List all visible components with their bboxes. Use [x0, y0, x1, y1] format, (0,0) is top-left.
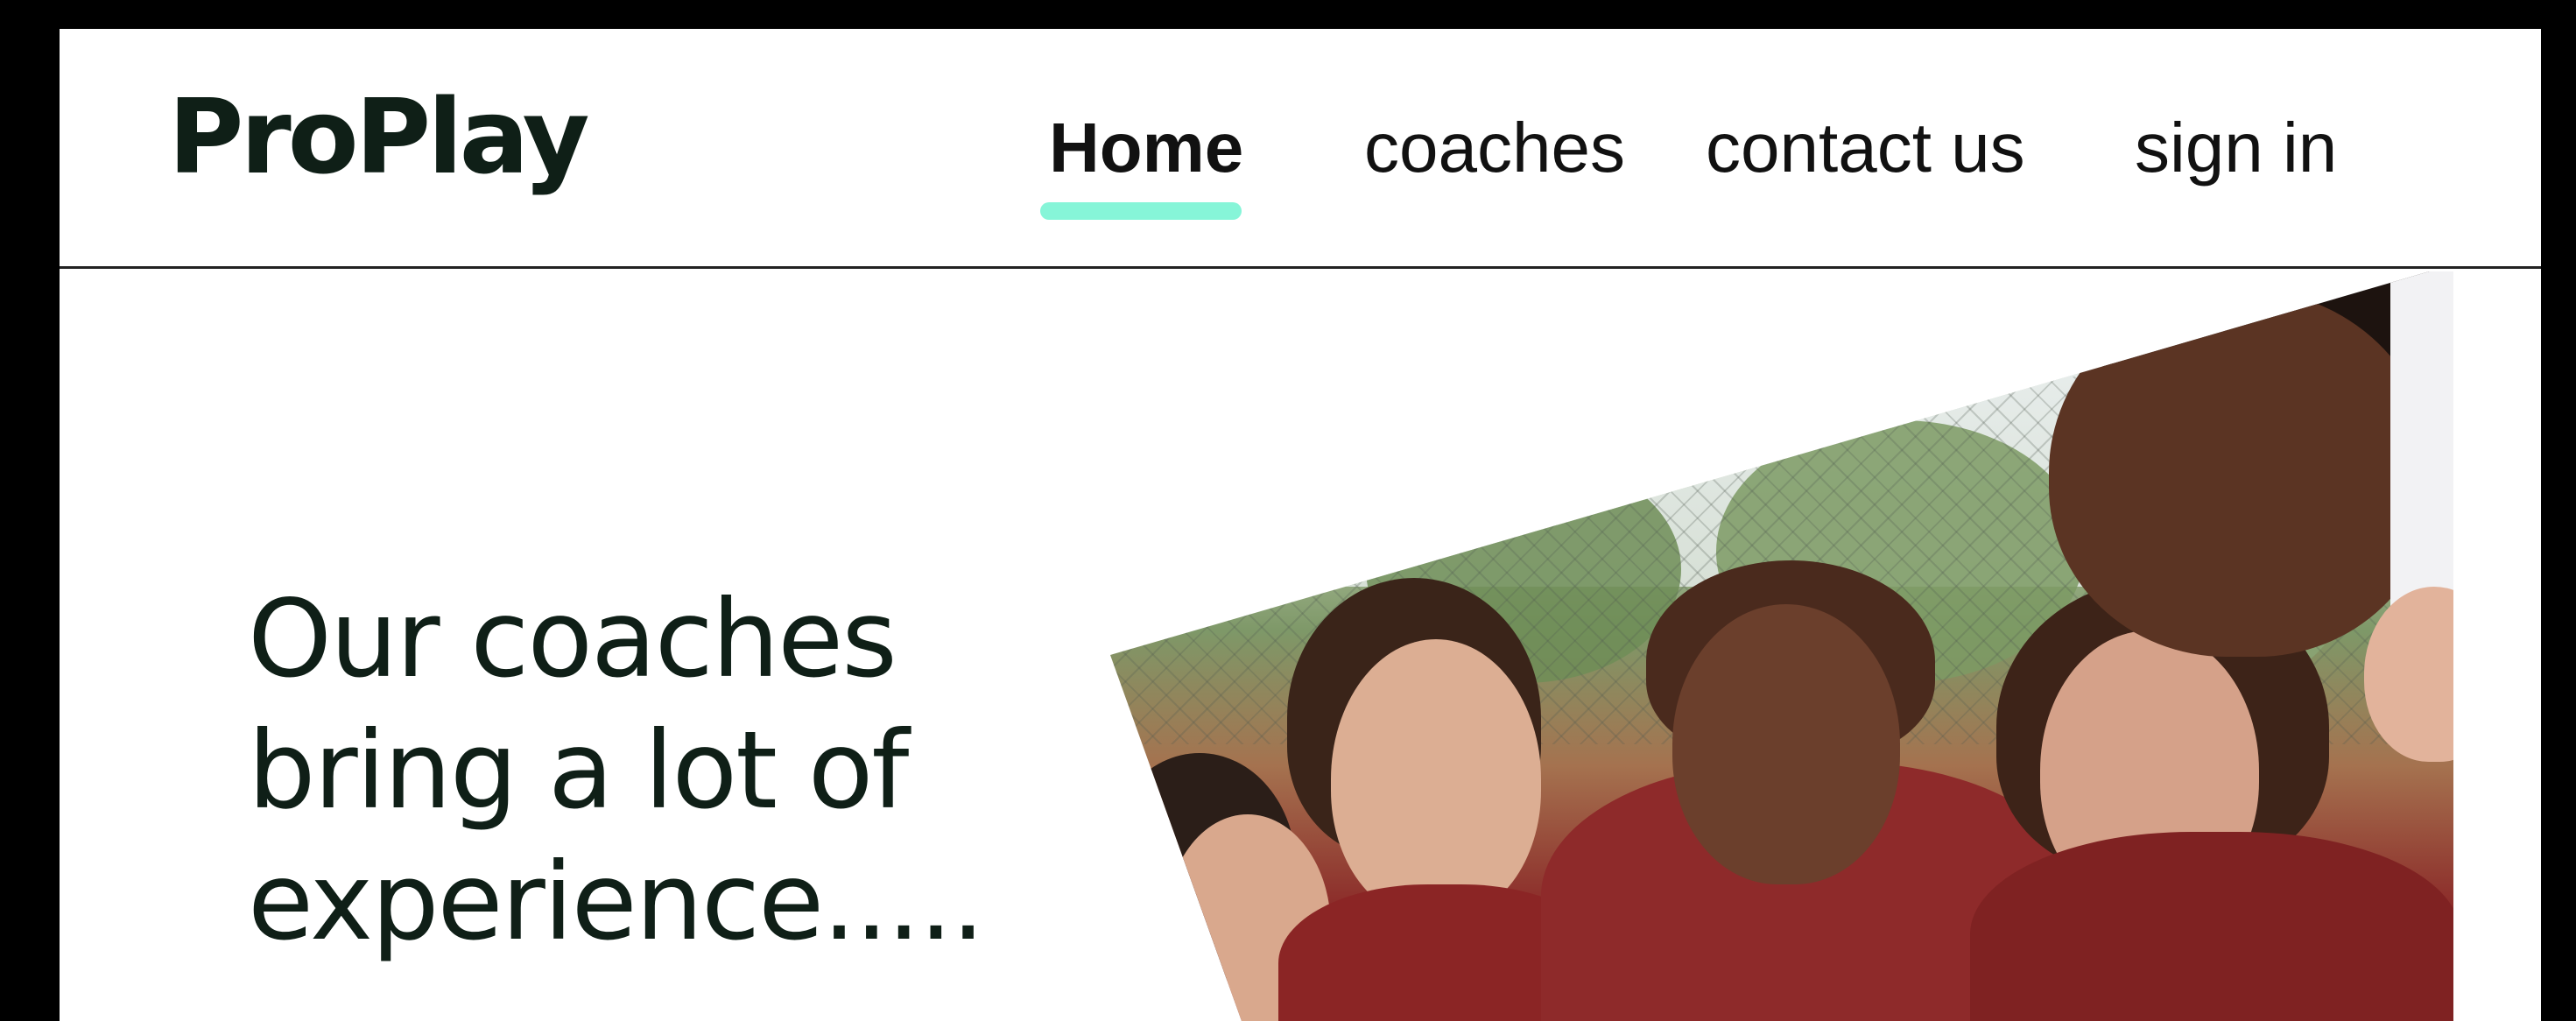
hero-image: [1110, 271, 2453, 1021]
active-nav-indicator: [1040, 202, 1242, 220]
hero-section: Our coaches bring a lot of experience...…: [60, 271, 2541, 1021]
nav-coaches-link[interactable]: coaches: [1364, 113, 1625, 183]
logo[interactable]: ProPlay: [168, 85, 590, 188]
nav-signin-link[interactable]: sign in: [2135, 113, 2337, 183]
page: ProPlay Home coaches contact us sign in …: [60, 29, 2541, 1021]
nav-contact-link[interactable]: contact us: [1706, 113, 2025, 183]
navbar: ProPlay Home coaches contact us sign in: [60, 29, 2541, 269]
hero-headline: Our coaches bring a lot of experience...…: [248, 577, 985, 964]
nav-home-link[interactable]: Home: [1049, 113, 1243, 183]
